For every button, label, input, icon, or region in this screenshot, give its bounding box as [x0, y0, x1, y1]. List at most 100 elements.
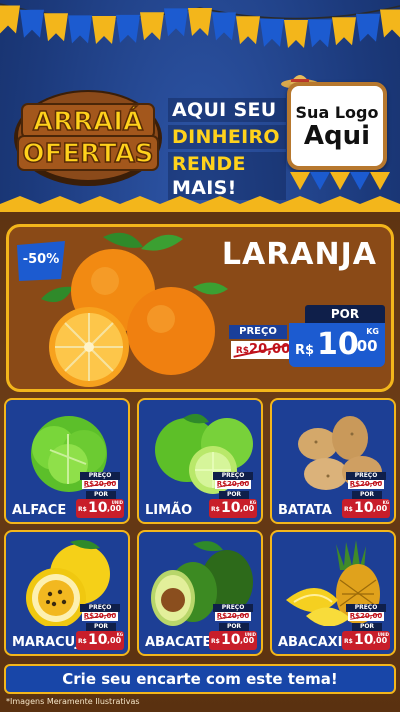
hero-old-price: PREÇO R$20,00 [229, 325, 295, 361]
old-price-label: PREÇO [80, 604, 120, 612]
brand-line2: OFERTAS [22, 139, 153, 169]
price-currency: R$ [344, 638, 353, 645]
hero-por-label: POR [305, 305, 385, 323]
old-price-label: PREÇO [346, 472, 386, 480]
bunting-flag [284, 19, 308, 48]
old-price-label: PREÇO [213, 472, 253, 480]
product-card: LIMÃOPREÇOR$20,00PORR$10,00KG [137, 398, 263, 524]
cta-banner[interactable]: Crie seu encarte com este tema! [4, 664, 396, 694]
brand-line1: ARRAIÁ [33, 105, 143, 137]
arraia-ofertas-sign: ARRAIÁ OFERTAS [14, 90, 162, 186]
price-unit: UNID [244, 632, 256, 637]
bunting-flag [68, 15, 92, 44]
price-unit: UNID [377, 632, 389, 637]
bunting-flag [332, 17, 356, 46]
product-price-tag: PREÇOR$20,00PORR$10,00UNID [209, 604, 257, 650]
product-name: BATATA [278, 503, 332, 518]
new-price: R$ 10,00 UNID [76, 499, 124, 518]
hero-price-dec: ,00 [351, 337, 378, 355]
price-unit: KG [382, 500, 389, 505]
slogan: AQUI SEU DINHEIRO RENDE MAIS! [168, 98, 286, 203]
por-label: POR [352, 491, 382, 499]
footnote: *Imagens Meramente Ilustrativas [6, 697, 140, 706]
por-label: POR [352, 623, 382, 631]
price-unit: UNID [111, 500, 123, 505]
por-label: POR [86, 491, 116, 499]
price-dec: ,00 [107, 504, 122, 513]
price-unit: KG [249, 500, 256, 505]
price-int: 10 [88, 500, 108, 516]
product-price-tag: PREÇOR$20,00PORR$10,00KG [76, 604, 124, 650]
price-int: 10 [221, 500, 241, 516]
bunting-flag [212, 12, 236, 41]
old-price-label: PREÇO [80, 472, 120, 480]
bunting-flag [308, 19, 332, 48]
product-name: ALFACE [12, 503, 67, 518]
bunting-flag [116, 14, 140, 43]
old-price-label: PREÇO [346, 604, 386, 612]
new-price: R$ 10,00 KG [342, 499, 390, 518]
por-label: POR [86, 623, 116, 631]
bunting-flag [0, 5, 20, 34]
bunting-flag [236, 16, 260, 45]
price-int: 10 [88, 632, 108, 648]
price-currency: R$ [344, 506, 353, 513]
old-price-label: PREÇO [213, 604, 253, 612]
product-price-tag: PREÇOR$20,00PORR$10,00UNID [342, 604, 390, 650]
discount-text: -50% [22, 252, 60, 267]
price-currency: R$ [211, 506, 220, 513]
product-card: MARACUJÁPREÇOR$20,00PORR$10,00KG [4, 530, 130, 656]
logo-line2: Aqui [303, 120, 371, 151]
hero-price-tag: POR PREÇO R$20,00 R$ 10 ,00 KG [229, 305, 385, 371]
bunting-flag [44, 13, 68, 42]
logo-line1: Sua Logo [295, 102, 379, 122]
hero-old-label: PREÇO [229, 325, 287, 339]
new-price: R$ 10,00 KG [209, 499, 257, 518]
bunting-flag [188, 8, 212, 36]
product-name: ABACATE [145, 635, 212, 650]
flyer-page: ARRAIÁ OFERTAS AQUI SEU DINHEIRO RENDE M… [0, 0, 400, 712]
product-price-tag: PREÇOR$20,00PORR$10,00KG [342, 472, 390, 518]
hero-unit: KG [366, 327, 379, 336]
price-dec: ,00 [240, 636, 255, 645]
product-card: ALFACEPREÇOR$20,00PORR$10,00UNID [4, 398, 130, 524]
product-price-tag: PREÇOR$20,00PORR$10,00KG [209, 472, 257, 518]
new-price: R$ 10,00 UNID [342, 631, 390, 650]
bunting-flag [20, 9, 44, 38]
bunting-flag [164, 8, 188, 37]
product-name: LIMÃO [145, 503, 193, 518]
bunting-flag [260, 18, 284, 47]
por-label: POR [219, 491, 249, 499]
new-price: R$ 10,00 KG [76, 631, 124, 650]
price-unit: KG [116, 632, 123, 637]
price-dec: ,00 [240, 504, 255, 513]
price-currency: R$ [78, 506, 87, 513]
bunting-flag [92, 15, 116, 44]
product-price-tag: PREÇOR$20,00PORR$10,00UNID [76, 472, 124, 518]
bunting-flag [140, 12, 164, 41]
product-card: ABACATEPREÇOR$20,00PORR$10,00UNID [137, 530, 263, 656]
slogan-line2: DINHEIRO [168, 125, 286, 149]
product-name: ABACAXI [278, 635, 343, 650]
new-price: R$ 10,00 UNID [209, 631, 257, 650]
hero-offer-card: -50% LARANJA POR PREÇO R$20,00 R$ 10 ,00… [6, 224, 394, 392]
bunting-flag [380, 9, 400, 38]
slogan-line1: AQUI SEU [168, 98, 286, 122]
product-card: ABACAXIPREÇOR$20,00PORR$10,00UNID [270, 530, 396, 656]
price-int: 10 [221, 632, 241, 648]
hero-product-name: LARANJA [221, 237, 377, 272]
bunting-flags [0, 3, 400, 48]
bunting-flag [356, 13, 380, 42]
price-dec: ,00 [107, 636, 122, 645]
por-label: POR [219, 623, 249, 631]
price-int: 10 [354, 632, 374, 648]
price-dec: ,00 [373, 504, 388, 513]
slogan-line3: RENDE MAIS! [168, 152, 286, 200]
slogan-line3-a: RENDE [172, 153, 246, 175]
price-currency: R$ [78, 638, 87, 645]
hero-currency: R$ [295, 343, 315, 358]
price-dec: ,00 [373, 636, 388, 645]
price-currency: R$ [211, 638, 220, 645]
product-card: BATATAPREÇOR$20,00PORR$10,00KG [270, 398, 396, 524]
logo-placeholder: Sua Logo Aqui [287, 82, 387, 170]
